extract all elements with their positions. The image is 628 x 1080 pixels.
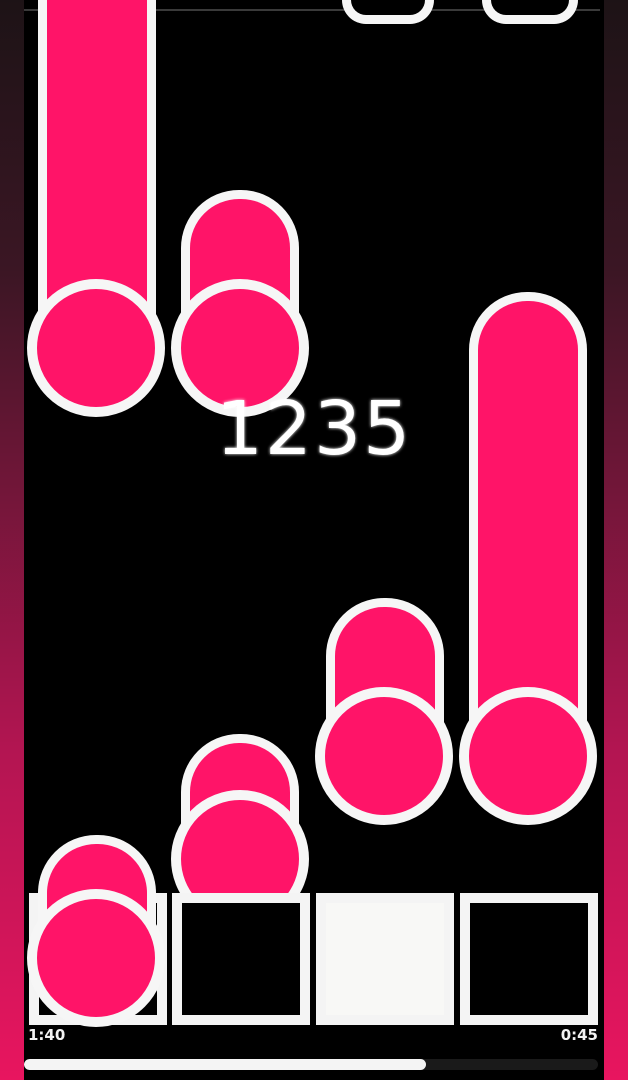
note-cap-top-1 (342, 0, 434, 24)
hit-pad-lane4[interactable] (460, 893, 598, 1025)
hit-pad-lane2[interactable] (172, 893, 310, 1025)
note-head-lane1-lower[interactable] (27, 889, 165, 1027)
left-edge-gradient (0, 0, 24, 1080)
hit-pad-lane3[interactable] (316, 893, 454, 1025)
hold-note-head-lane4[interactable] (459, 687, 597, 825)
song-progress-fill (24, 1059, 426, 1070)
elapsed-time: 1:40 (28, 1026, 66, 1044)
song-progress-bar (24, 1059, 598, 1070)
note-head-lane3[interactable] (315, 687, 453, 825)
remaining-time: 0:45 (560, 1026, 598, 1044)
score-counter: 1235 (215, 386, 413, 472)
note-cap-top-2 (482, 0, 578, 24)
right-edge-gradient (604, 0, 628, 1080)
